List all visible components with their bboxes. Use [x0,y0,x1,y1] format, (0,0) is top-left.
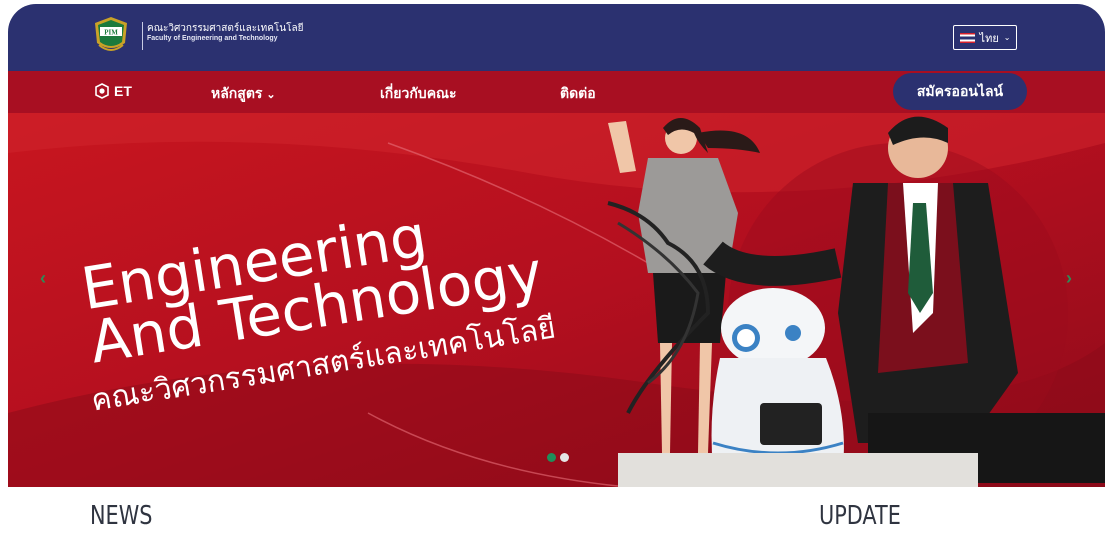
nav-brand-label: ET [114,83,132,99]
news-heading: NEWS [90,501,153,531]
language-label: ไทย [979,32,999,45]
chevron-down-icon: ⌄ [266,89,276,101]
carousel-dot-1[interactable] [547,453,556,462]
update-heading: UPDATE [819,501,901,531]
nav-item-about[interactable]: เกี่ยวกับคณะ [380,83,457,105]
carousel-dot-2[interactable] [560,453,569,462]
page-frame: PIM คณะวิศวกรรมศาสตร์และเทคโนโลยี Facult… [8,4,1105,533]
language-selector[interactable]: ไทย ⌄ [953,25,1017,50]
top-header: PIM คณะวิศวกรรมศาสตร์และเทคโนโลยี Facult… [8,4,1105,71]
faculty-emblem-icon [95,83,109,99]
logo-divider [142,22,143,50]
apply-online-button[interactable]: สมัครออนไลน์ [893,73,1027,110]
nav-home-brand[interactable]: ET [94,83,132,99]
nav-item-programs[interactable]: หลักสูตร ⌄ [211,83,276,105]
main-nav: ET หลักสูตร ⌄ เกี่ยวกับคณะ ติดต่อ สมัครอ… [8,71,1105,113]
nav-item-programs-label: หลักสูตร [211,85,263,101]
chevron-right-icon[interactable]: › [1066,268,1072,289]
nav-item-contact[interactable]: ติดต่อ [560,83,596,105]
faculty-name-th: คณะวิศวกรรมศาสตร์และเทคโนโลยี [147,23,304,34]
faculty-name-en: Faculty of Engineering and Technology [147,35,278,42]
chevron-left-icon[interactable]: ‹ [40,268,46,289]
hero-carousel: Engineering And Technology คณะวิศวกรรมศา… [8,113,1105,487]
logo-text: PIM [104,29,118,37]
pim-logo-icon[interactable]: PIM [91,15,131,55]
thai-flag-icon [959,32,975,43]
carousel-indicators [547,453,569,462]
chevron-down-icon: ⌄ [1003,33,1011,42]
